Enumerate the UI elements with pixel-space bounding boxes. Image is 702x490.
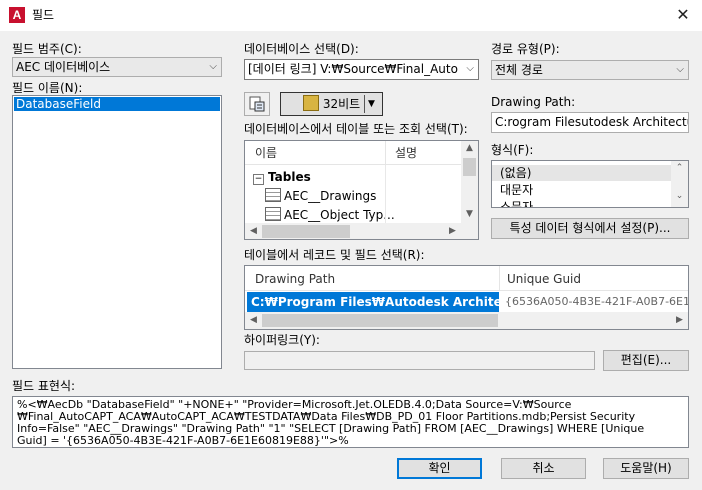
- database-select-value: [데이터 링크] V:₩Source₩Final_Auto: [248, 62, 458, 76]
- cancel-button[interactable]: 취소: [501, 458, 586, 479]
- column-header-drawing-path[interactable]: Drawing Path: [255, 269, 335, 289]
- tree-group-tables[interactable]: − Tables: [253, 168, 311, 186]
- expression-line: Guid] = '{6536A050-4B3E-421F-A0B7-6E1E60…: [17, 434, 349, 447]
- tree-item-label: AEC__Object Typ...: [284, 208, 395, 222]
- scroll-left-icon[interactable]: ◀: [245, 226, 262, 236]
- database-select-dropdown[interactable]: [데이터 링크] V:₩Source₩Final_Auto ⌵: [244, 59, 479, 80]
- field-category-label: 필드 범주(C):: [12, 42, 82, 56]
- data-link-icon: [249, 96, 265, 112]
- database-icon: [302, 95, 319, 111]
- horizontal-scrollbar[interactable]: ◀ ▶: [245, 223, 461, 239]
- table-tree-list[interactable]: 이름 설명 − Tables AEC__Drawings AEC__Object …: [244, 140, 479, 240]
- tree-item[interactable]: AEC__Drawings: [265, 187, 376, 205]
- title-bar: A 필드 ✕: [0, 0, 702, 31]
- field-category-value: AEC 데이터베이스: [16, 60, 111, 74]
- scroll-up-icon[interactable]: ▲: [461, 143, 478, 153]
- format-from-property-button[interactable]: 특성 데이터 형식에서 설정(P)...: [491, 218, 689, 239]
- hyperlink-edit-button[interactable]: 편집(E)...: [603, 350, 689, 371]
- column-header-unique-guid[interactable]: Unique Guid: [507, 269, 581, 289]
- chevron-down-icon: ⌵: [676, 64, 684, 75]
- field-expression-box[interactable]: %<₩AecDb "DatabaseField" "+NONE+" "Provi…: [12, 396, 689, 448]
- table-icon: [265, 188, 281, 202]
- record-grid[interactable]: Drawing Path Unique Guid C:₩Program File…: [244, 265, 689, 330]
- drawing-path-field: C:rogram Filesutodesk Architectur: [491, 112, 689, 133]
- ok-button[interactable]: 확인: [397, 458, 482, 479]
- column-divider: [385, 165, 386, 223]
- scrollbar-thumb[interactable]: [463, 158, 476, 176]
- format-list[interactable]: (없음) 대문자 소문자 ⌃ ⌄: [491, 160, 689, 208]
- scrollbar-thumb[interactable]: [262, 314, 498, 327]
- bitness-label: 32비트: [322, 97, 361, 111]
- tree-item[interactable]: AEC__Object Typ...: [265, 206, 395, 224]
- app-icon: A: [9, 7, 25, 23]
- drawing-path-value: C:rogram Filesutodesk Architectur: [495, 115, 689, 129]
- scroll-corner: [461, 223, 478, 239]
- path-type-value: 전체 경로: [495, 63, 543, 77]
- vertical-scrollbar[interactable]: ⌃ ⌄: [671, 161, 688, 207]
- scrollbar-thumb[interactable]: [262, 225, 350, 238]
- tree-item-label: AEC__Drawings: [284, 189, 377, 203]
- hyperlink-field[interactable]: [244, 351, 595, 370]
- path-type-label: 경로 유형(P):: [491, 42, 560, 56]
- drawing-path-label: Drawing Path:: [491, 95, 576, 109]
- window-title: 필드: [32, 8, 55, 22]
- dropdown-divider: [364, 95, 365, 113]
- table-tree-header: 이름 설명: [245, 141, 461, 165]
- chevron-down-icon: ⌵: [466, 63, 474, 74]
- data-link-button[interactable]: [244, 92, 270, 116]
- tree-group-label: Tables: [268, 170, 311, 184]
- list-item[interactable]: (없음): [492, 165, 672, 181]
- table-select-label: 데이터베이스에서 테이블 또는 조회 선택(T):: [244, 122, 468, 136]
- column-header-name[interactable]: 이름: [255, 143, 277, 163]
- table-cell-selected[interactable]: C:₩Program Files₩Autodesk Architectura..…: [247, 292, 499, 312]
- table-cell[interactable]: {6536A050-4B3E-421F-A0B7-6E1: [505, 292, 688, 312]
- scroll-left-icon[interactable]: ◀: [245, 315, 262, 325]
- field-expression-label: 필드 표현식:: [12, 379, 76, 393]
- collapse-icon[interactable]: −: [253, 174, 264, 185]
- list-item[interactable]: 소문자: [492, 199, 533, 207]
- chevron-down-icon: ⌵: [209, 61, 217, 72]
- list-item[interactable]: 대문자: [492, 182, 533, 198]
- field-names-list[interactable]: DatabaseField: [12, 95, 222, 369]
- column-divider: [385, 141, 386, 165]
- field-category-dropdown[interactable]: AEC 데이터베이스 ⌵: [12, 57, 222, 77]
- horizontal-scrollbar[interactable]: ◀ ▶: [245, 312, 688, 329]
- table-row[interactable]: C:₩Program Files₩Autodesk Architectura..…: [245, 292, 688, 312]
- hyperlink-label: 하이퍼링크(Y):: [244, 333, 320, 347]
- path-type-dropdown[interactable]: 전체 경로 ⌵: [491, 60, 689, 80]
- record-select-label: 테이블에서 레코드 및 필드 선택(R):: [244, 248, 425, 262]
- column-header-description[interactable]: 설명: [395, 143, 417, 163]
- field-names-label: 필드 이름(N):: [12, 81, 83, 95]
- database-select-label: 데이터베이스 선택(D):: [244, 42, 359, 56]
- column-divider: [499, 266, 500, 291]
- triangle-down-icon[interactable]: ▼: [368, 93, 375, 115]
- table-icon: [265, 207, 281, 221]
- scroll-up-icon[interactable]: ⌃: [671, 163, 688, 173]
- format-label: 형식(F):: [491, 143, 534, 157]
- grid-header: Drawing Path Unique Guid: [245, 266, 688, 291]
- scroll-down-icon[interactable]: ▼: [461, 209, 478, 219]
- help-button[interactable]: 도움말(H): [603, 458, 689, 479]
- scroll-right-icon[interactable]: ▶: [671, 315, 688, 325]
- close-icon[interactable]: ✕: [670, 5, 696, 25]
- bitness-button[interactable]: 32비트 ▼: [280, 92, 383, 116]
- scroll-right-icon[interactable]: ▶: [444, 226, 461, 236]
- scroll-down-icon[interactable]: ⌄: [671, 191, 688, 201]
- vertical-scrollbar[interactable]: ▲ ▼: [461, 141, 478, 223]
- list-item[interactable]: DatabaseField: [14, 97, 220, 111]
